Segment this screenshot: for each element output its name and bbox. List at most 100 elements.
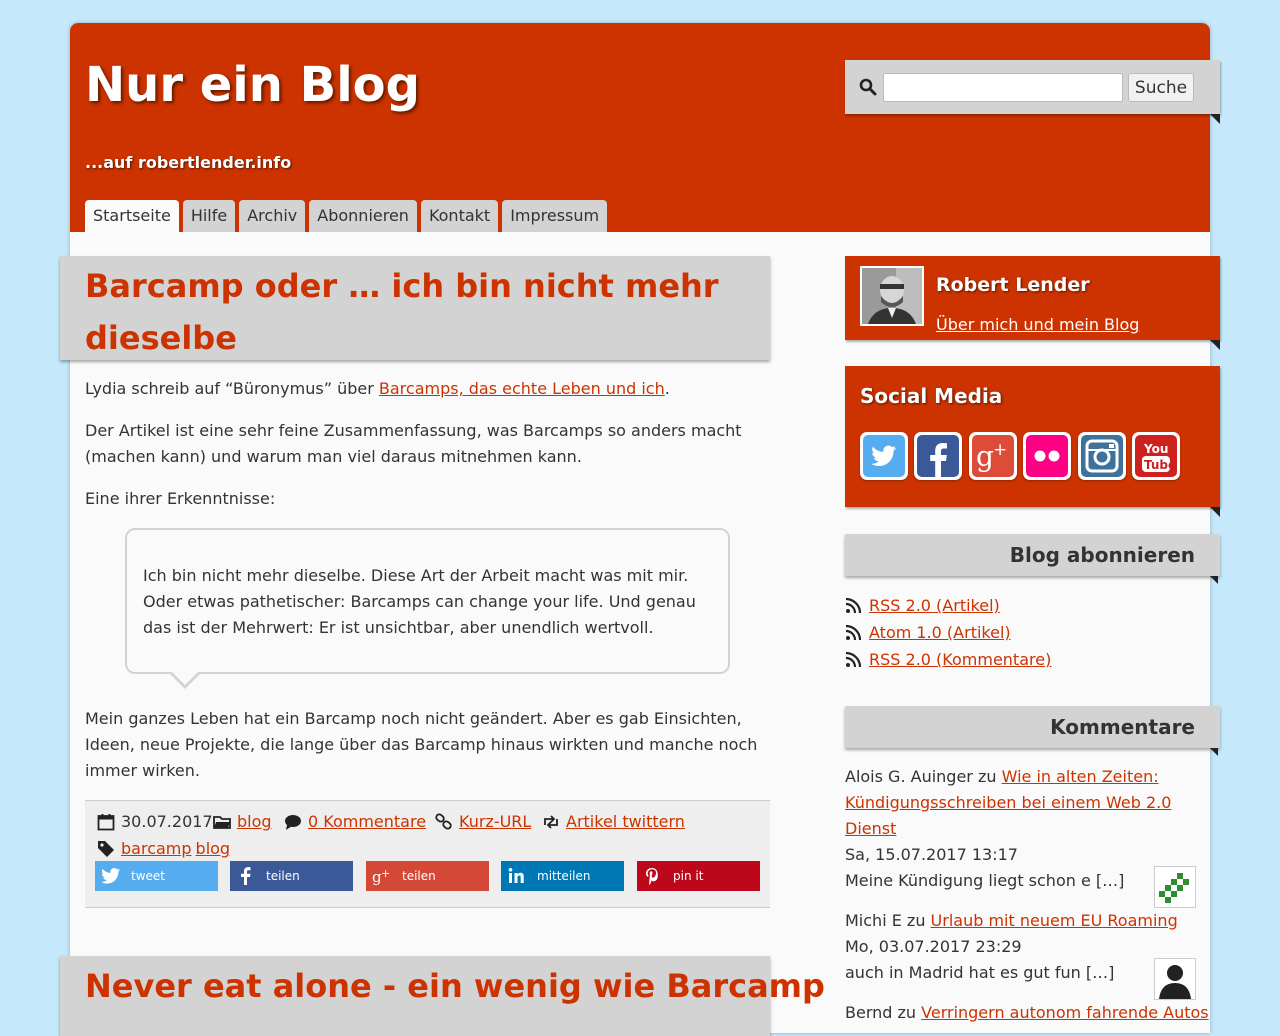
folder-icon bbox=[213, 816, 231, 829]
post-paragraph: Mein ganzes Leben hat ein Barcamp noch n… bbox=[85, 709, 758, 780]
search-button[interactable]: Suche bbox=[1128, 73, 1194, 102]
post-tags: barcamp blog bbox=[97, 838, 230, 860]
widget-fold bbox=[1210, 576, 1218, 584]
comment-entry: Bernd zu Verringern autonom fahrende Aut… bbox=[845, 1000, 1209, 1026]
post-shorturl: Kurz-URL bbox=[435, 811, 531, 833]
comment-icon bbox=[285, 815, 301, 830]
linkedin-icon bbox=[508, 868, 524, 883]
flickr-icon bbox=[1026, 435, 1068, 477]
svg-text:+: + bbox=[381, 867, 390, 880]
post-tweet: Artikel twittern bbox=[542, 811, 685, 833]
nav-tab-kontakt[interactable]: Kontakt bbox=[420, 200, 499, 232]
date-text: 30.07.2017 bbox=[121, 812, 213, 831]
social-youtube-button[interactable]: You Tube bbox=[1132, 432, 1180, 480]
nav-tab-archiv[interactable]: Archiv bbox=[239, 200, 306, 232]
share-pinterest-button[interactable]: pin it bbox=[637, 861, 760, 891]
comment-entry: Alois G. Auinger zu Wie in alten Zeiten:… bbox=[845, 764, 1195, 842]
googleplus-icon: g + bbox=[972, 435, 1014, 477]
intro-text: Lydia schreib auf “Büronymus” über bbox=[85, 379, 379, 398]
short-url-link[interactable]: Kurz-URL bbox=[459, 811, 531, 833]
post-heading-box: Barcamp oder … ich bin nicht mehr diesel… bbox=[60, 256, 770, 360]
share-twitter-button[interactable]: tweet bbox=[95, 861, 218, 891]
feed-link-rss-comments[interactable]: RSS 2.0 (Kommentare) bbox=[869, 649, 1051, 671]
tweet-article-link[interactable]: Artikel twittern bbox=[566, 811, 685, 833]
social-googleplus-button[interactable]: g + bbox=[969, 432, 1017, 480]
widget-fold bbox=[1210, 507, 1220, 517]
comment-post-link[interactable]: Urlaub mit neuem EU Roaming bbox=[931, 911, 1178, 930]
widget-fold bbox=[1210, 748, 1218, 756]
user-silhouette-icon bbox=[1155, 959, 1195, 999]
feed-item: RSS 2.0 (Artikel) bbox=[845, 595, 1000, 617]
social-flickr-button[interactable] bbox=[1023, 432, 1071, 480]
tag-icon bbox=[98, 841, 114, 857]
blockquote: Ich bin nicht mehr dieselbe. Diese Art d… bbox=[125, 528, 730, 674]
post-date: 30.07.2017 bbox=[97, 811, 213, 833]
share-label: mitteilen bbox=[537, 869, 591, 883]
site-header: Nur ein Blog ...auf robertlender.info St… bbox=[70, 23, 1210, 232]
post-title[interactable]: Barcamp oder … ich bin nicht mehr diesel… bbox=[85, 260, 765, 364]
comment-avatar bbox=[1154, 866, 1196, 908]
twitter-icon bbox=[101, 868, 120, 884]
rss-icon bbox=[845, 652, 861, 668]
comments-link[interactable]: 0 Kommentare bbox=[308, 811, 426, 833]
widget-fold bbox=[1210, 114, 1220, 124]
share-label: teilen bbox=[266, 869, 300, 883]
intro-suffix: . bbox=[664, 379, 670, 398]
comment-date: Sa, 15.07.2017 13:17 bbox=[845, 845, 1018, 864]
social-instagram-button[interactable] bbox=[1078, 432, 1126, 480]
nav-tab-impressum[interactable]: Impressum bbox=[502, 200, 608, 232]
comment-connector: zu bbox=[901, 911, 931, 930]
link-icon bbox=[435, 813, 452, 830]
post-paragraph: Eine ihrer Erkenntnisse: bbox=[85, 489, 276, 508]
identicon-icon bbox=[1155, 867, 1195, 907]
share-facebook-button[interactable]: teilen bbox=[230, 861, 353, 891]
nav-tab-startseite[interactable]: Startseite bbox=[85, 200, 179, 232]
svg-text:You: You bbox=[1143, 442, 1168, 456]
comments-title: Kommentare bbox=[1050, 715, 1195, 739]
feed-item: RSS 2.0 (Kommentare) bbox=[845, 649, 1051, 671]
subscribe-title: Blog abonnieren bbox=[1009, 543, 1195, 567]
social-twitter-button[interactable] bbox=[860, 432, 908, 480]
facebook-icon bbox=[917, 435, 959, 477]
share-googleplus-button[interactable]: g + teilen bbox=[366, 861, 489, 891]
about-link[interactable]: Über mich und mein Blog bbox=[936, 315, 1139, 334]
barcamps-link[interactable]: Barcamps, das echte Leben und ich bbox=[379, 379, 665, 398]
search-widget: Suche bbox=[845, 60, 1220, 114]
site-title[interactable]: Nur ein Blog bbox=[85, 57, 420, 113]
rss-icon bbox=[845, 625, 861, 641]
nav-tab-hilfe[interactable]: Hilfe bbox=[182, 200, 236, 232]
tag-link-barcamp[interactable]: barcamp bbox=[121, 838, 192, 860]
author-avatar[interactable] bbox=[860, 266, 924, 326]
category-link[interactable]: blog bbox=[237, 811, 272, 833]
comment-author: Alois G. Auinger bbox=[845, 767, 973, 786]
comment-connector: zu bbox=[892, 1003, 922, 1022]
comments-widget-header: Kommentare bbox=[845, 706, 1220, 748]
comment-excerpt: auch in Madrid hat es gut fun […] bbox=[845, 963, 1115, 982]
post-meta: 30.07.2017 blog 0 Kommentare Kurz-URL Ar… bbox=[85, 800, 770, 908]
share-label: pin it bbox=[673, 869, 704, 883]
share-label: tweet bbox=[131, 869, 165, 883]
widget-fold bbox=[1210, 340, 1220, 350]
search-icon bbox=[859, 78, 877, 96]
comment-post-link[interactable]: Verringern autonom fahrende Autos bbox=[921, 1003, 1209, 1022]
calendar-icon bbox=[97, 814, 115, 831]
author-name: Robert Lender bbox=[936, 274, 1090, 296]
retweet-icon bbox=[544, 815, 558, 829]
pinterest-icon bbox=[646, 868, 658, 885]
feed-link-rss-articles[interactable]: RSS 2.0 (Artikel) bbox=[869, 595, 1000, 617]
svg-text:+: + bbox=[993, 440, 1007, 460]
nav-tab-abonnieren[interactable]: Abonnieren bbox=[309, 200, 417, 232]
share-linkedin-button[interactable]: mitteilen bbox=[501, 861, 624, 891]
subscribe-widget-header: Blog abonnieren bbox=[845, 534, 1220, 576]
feed-item: Atom 1.0 (Artikel) bbox=[845, 622, 1011, 644]
feed-link-atom-articles[interactable]: Atom 1.0 (Artikel) bbox=[869, 622, 1011, 644]
tag-link-blog[interactable]: blog bbox=[196, 838, 231, 860]
social-title: Social Media bbox=[860, 384, 1003, 408]
post-title[interactable]: Never eat alone - ein wenig wie Barcamp bbox=[85, 960, 825, 1012]
social-facebook-button[interactable] bbox=[914, 432, 962, 480]
comment-date: Mo, 03.07.2017 23:29 bbox=[845, 937, 1022, 956]
comment-avatar bbox=[1154, 958, 1196, 1000]
comment-author: Michi E bbox=[845, 911, 902, 930]
search-input[interactable] bbox=[883, 73, 1123, 102]
comment-entry: Michi E zu Urlaub mit neuem EU Roaming bbox=[845, 908, 1205, 934]
